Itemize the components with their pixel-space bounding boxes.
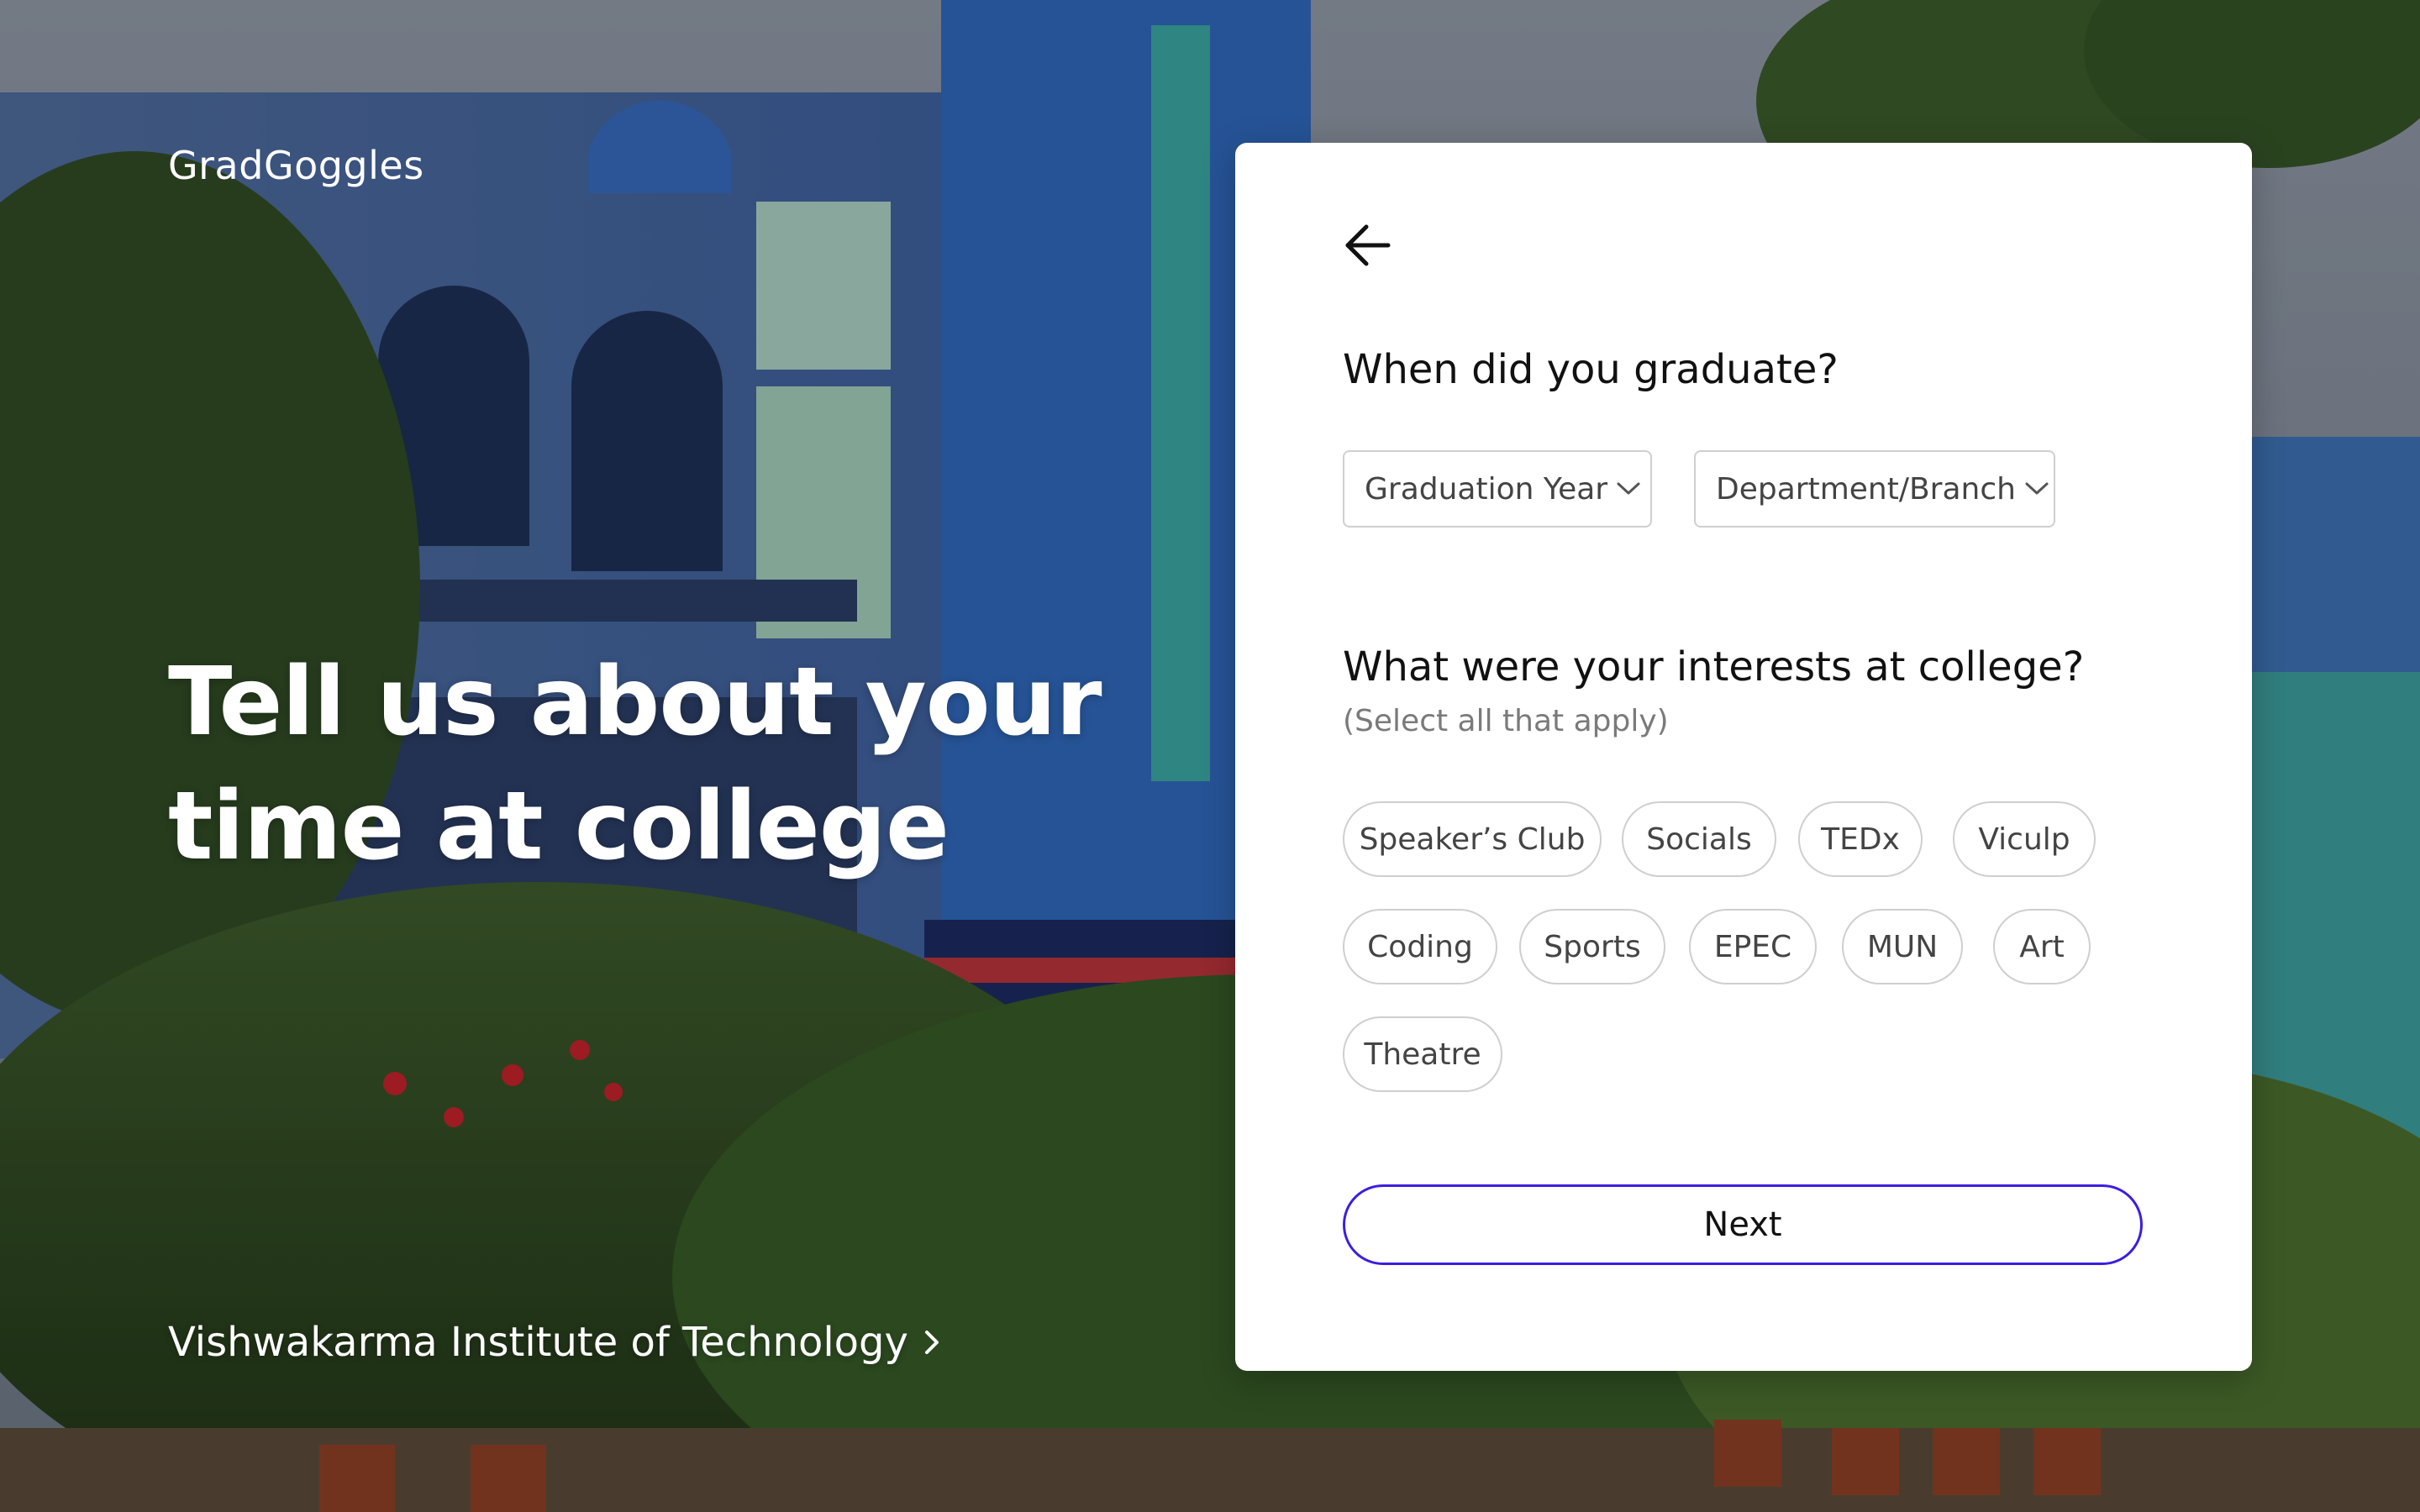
interest-chip-socials[interactable]: Socials	[1622, 801, 1776, 877]
interest-chip-tedx[interactable]: TEDx	[1798, 801, 1923, 877]
department-dropdown[interactable]: Department/Branch	[1694, 450, 2055, 528]
interest-chip-art[interactable]: Art	[1993, 909, 2091, 984]
arrow-left-icon	[1345, 224, 1391, 266]
onboarding-card: When did you graduate? Graduation Year D…	[1235, 143, 2252, 1371]
hero-heading: Tell us about your time at college	[168, 640, 1176, 889]
interest-chip-coding[interactable]: Coding	[1343, 909, 1497, 984]
department-label: Department/Branch	[1716, 471, 2016, 507]
interest-chip-epec[interactable]: EPEC	[1689, 909, 1817, 984]
hero-heading-line-1: Tell us about your	[168, 648, 1102, 757]
interests-hint: (Select all that apply)	[1343, 704, 1669, 738]
page: GradGoggles Tell us about your time at c…	[0, 0, 2420, 1512]
college-link[interactable]: Vishwakarma Institute of Technology	[168, 1319, 942, 1366]
college-name: Vishwakarma Institute of Technology	[168, 1319, 908, 1366]
interests-question: What were your interests at college?	[1343, 643, 2085, 690]
interest-chip-theatre[interactable]: Theatre	[1343, 1016, 1502, 1092]
interest-chip-mun[interactable]: MUN	[1842, 909, 1963, 984]
graduation-question: When did you graduate?	[1343, 346, 1839, 393]
next-button[interactable]: Next	[1343, 1184, 2143, 1265]
chevron-down-icon	[2024, 481, 2049, 496]
chevron-down-icon	[1616, 481, 1641, 496]
brand-logo[interactable]: GradGoggles	[168, 143, 424, 188]
graduation-year-dropdown[interactable]: Graduation Year	[1343, 450, 1652, 528]
graduation-year-label: Graduation Year	[1365, 471, 1608, 507]
chevron-right-icon	[923, 1328, 942, 1357]
interest-chip-speakers-club[interactable]: Speaker’s Club	[1343, 801, 1602, 877]
back-button[interactable]	[1341, 218, 1395, 272]
interest-chip-sports[interactable]: Sports	[1519, 909, 1665, 984]
hero-heading-line-2: time at college	[168, 772, 950, 881]
interest-chip-viculp[interactable]: Viculp	[1953, 801, 2096, 877]
